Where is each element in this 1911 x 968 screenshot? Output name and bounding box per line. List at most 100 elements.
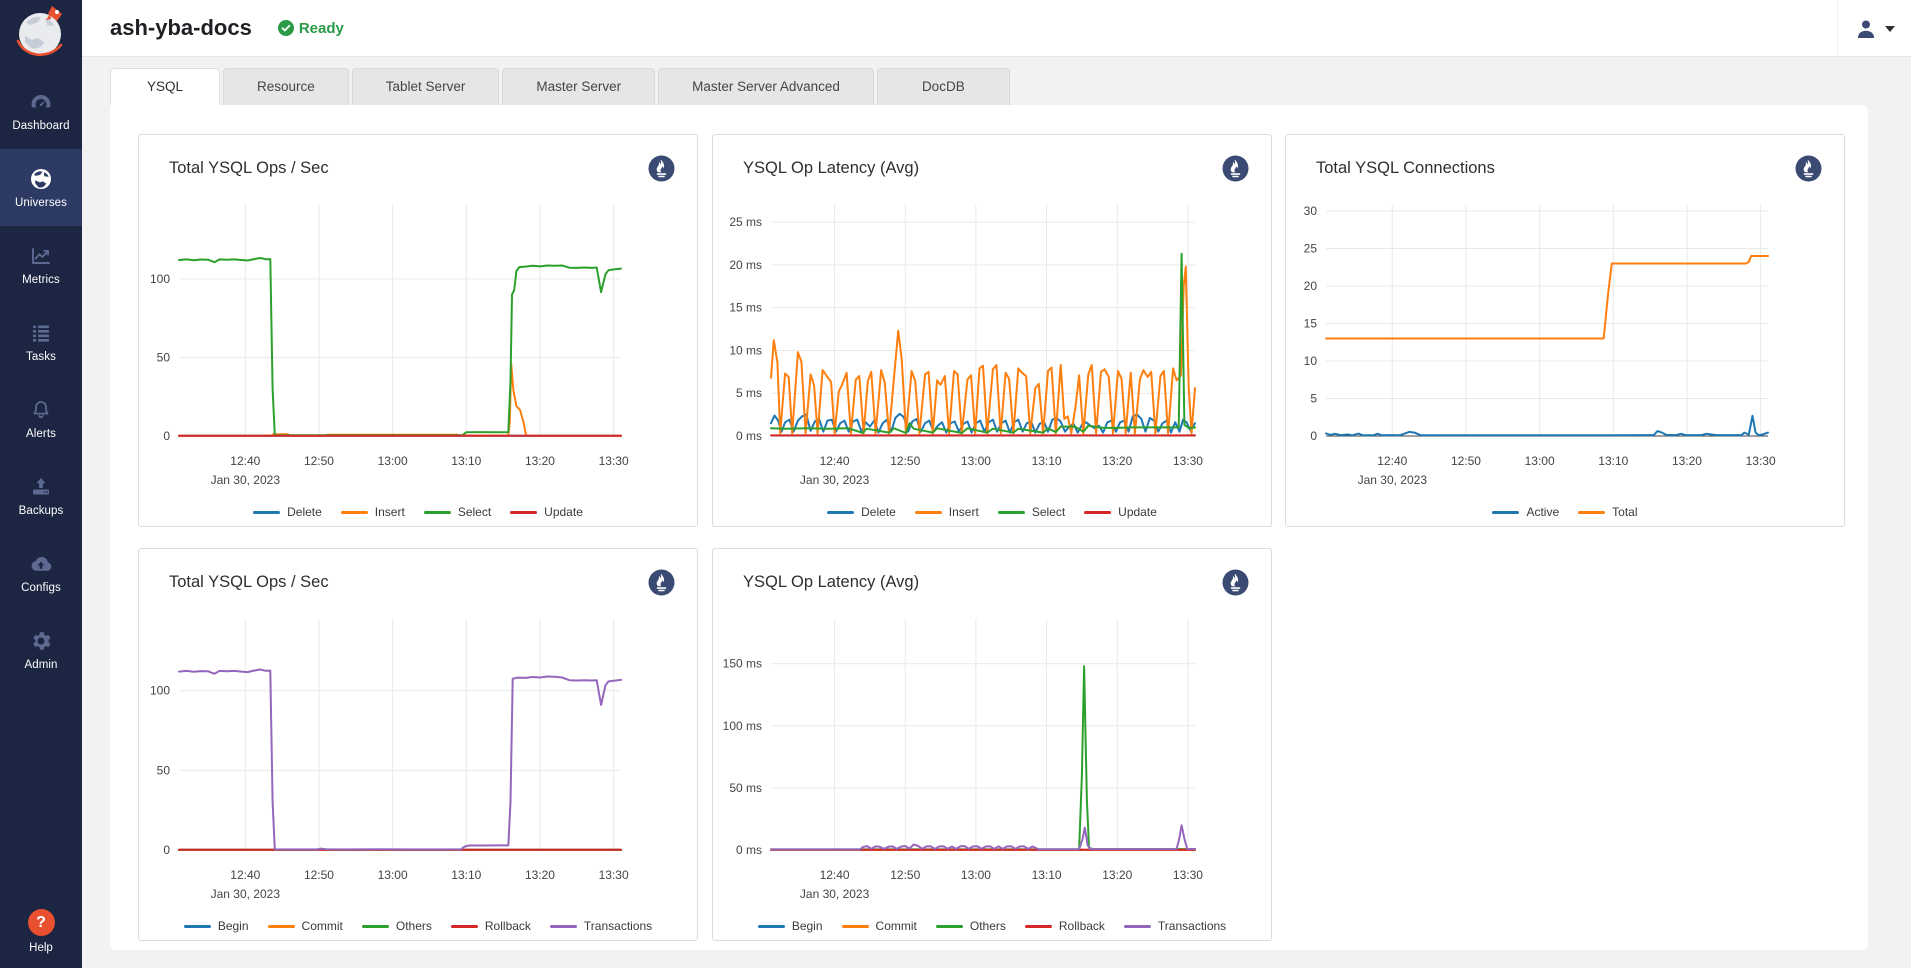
legend-item[interactable]: Active (1492, 505, 1559, 519)
chart-legend[interactable]: Delete Insert Select Update (139, 505, 697, 519)
legend-label: Begin (218, 919, 249, 933)
legend-item[interactable]: Total (1578, 505, 1637, 519)
sidebar-item-label: Universes (15, 197, 67, 209)
legend-item[interactable]: Transactions (1124, 919, 1226, 933)
legend-item[interactable]: Commit (268, 919, 343, 933)
tab-resource[interactable]: Resource (223, 68, 349, 105)
svg-text:13:00: 13:00 (378, 454, 408, 468)
legend-item[interactable]: Update (1084, 505, 1157, 519)
svg-text:0: 0 (163, 429, 170, 443)
svg-text:13:20: 13:20 (525, 454, 555, 468)
sidebar-item-label: Backups (19, 505, 64, 517)
legend-item[interactable]: Others (362, 919, 432, 933)
chart-plot: 05101520253012:4012:5013:0013:1013:2013:… (1286, 135, 1846, 528)
chart-plot: 0 ms5 ms10 ms15 ms20 ms25 ms12:4012:5013… (713, 135, 1273, 528)
legend-label: Others (970, 919, 1006, 933)
legend-item[interactable]: Begin (758, 919, 823, 933)
task-list-icon (29, 321, 53, 345)
legend-label: Active (1526, 505, 1559, 519)
tab-master-server[interactable]: Master Server (502, 68, 655, 105)
sidebar-item-metrics[interactable]: Metrics (0, 226, 82, 303)
svg-text:13:00: 13:00 (1525, 454, 1555, 468)
svg-text:12:50: 12:50 (890, 454, 920, 468)
chart-panel-ysql-transaction-latency: 0 ms50 ms100 ms150 ms12:4012:5013:0013:1… (712, 548, 1272, 941)
legend-swatch (184, 925, 211, 928)
sidebar-item-label: Metrics (22, 274, 60, 286)
sidebar-item-alerts[interactable]: Alerts (0, 380, 82, 457)
svg-text:12:40: 12:40 (230, 868, 260, 882)
legend-label: Commit (302, 919, 343, 933)
sidebar-item-backups[interactable]: Backups (0, 457, 82, 534)
legend-item[interactable]: Begin (184, 919, 249, 933)
legend-item[interactable]: Update (510, 505, 583, 519)
user-menu[interactable] (1837, 0, 1911, 57)
svg-text:13:10: 13:10 (1032, 868, 1062, 882)
svg-text:50 ms: 50 ms (729, 781, 762, 795)
sidebar-item-configs[interactable]: Configs (0, 534, 82, 611)
sidebar-item-label: Admin (24, 659, 57, 671)
tab-docdb[interactable]: DocDB (877, 68, 1010, 105)
legend-item[interactable]: Commit (842, 919, 917, 933)
chart-legend[interactable]: Delete Insert Select Update (713, 505, 1271, 519)
svg-text:13:00: 13:00 (961, 868, 991, 882)
question-mark-icon: ? (28, 909, 55, 936)
legend-label: Total (1612, 505, 1637, 519)
chart-title: YSQL Op Latency (Avg) (743, 573, 919, 592)
svg-text:13:20: 13:20 (1102, 868, 1132, 882)
legend-label: Others (396, 919, 432, 933)
svg-text:Jan 30, 2023: Jan 30, 2023 (800, 473, 870, 487)
sidebar-item-help[interactable]: ? Help (0, 909, 82, 954)
chart-panel-ysql-op-latency: 0 ms5 ms10 ms15 ms20 ms25 ms12:4012:5013… (712, 134, 1272, 527)
legend-item[interactable]: Rollback (1025, 919, 1105, 933)
prometheus-icon[interactable] (1222, 569, 1249, 596)
legend-swatch (1124, 925, 1151, 928)
svg-text:12:40: 12:40 (230, 454, 260, 468)
svg-text:150 ms: 150 ms (723, 657, 762, 671)
svg-text:13:20: 13:20 (525, 868, 555, 882)
legend-item[interactable]: Delete (827, 505, 896, 519)
legend-item[interactable]: Select (998, 505, 1065, 519)
planet-rocket-logo-icon (12, 3, 70, 61)
globe-icon (29, 167, 53, 191)
svg-text:13:20: 13:20 (1102, 454, 1132, 468)
sidebar-item-label: Help (29, 942, 53, 954)
sidebar-item-admin[interactable]: Admin (0, 611, 82, 688)
sidebar-item-tasks[interactable]: Tasks (0, 303, 82, 380)
chart-legend[interactable]: Begin Commit Others Rollback Transactions (713, 919, 1271, 933)
prometheus-icon[interactable] (1795, 155, 1822, 182)
tab-tablet-server[interactable]: Tablet Server (352, 68, 500, 105)
legend-swatch (341, 511, 368, 514)
svg-text:Jan 30, 2023: Jan 30, 2023 (800, 887, 870, 901)
sidebar-item-dashboard[interactable]: Dashboard (0, 72, 82, 149)
gear-icon (29, 629, 53, 653)
svg-text:12:40: 12:40 (820, 868, 850, 882)
tab-master-server-advanced[interactable]: Master Server Advanced (658, 68, 874, 105)
yugabyte-logo[interactable] (0, 0, 82, 64)
legend-swatch (550, 925, 577, 928)
sidebar-item-universes[interactable]: Universes (0, 149, 82, 226)
chart-title: Total YSQL Ops / Sec (169, 159, 329, 178)
legend-swatch (758, 925, 785, 928)
tab-ysql[interactable]: YSQL (110, 68, 220, 105)
chart-legend[interactable]: Active Total (1286, 505, 1844, 519)
prometheus-icon[interactable] (1222, 155, 1249, 182)
chart-legend[interactable]: Begin Commit Others Rollback Transactions (139, 919, 697, 933)
svg-text:50: 50 (157, 763, 171, 777)
svg-text:13:10: 13:10 (451, 868, 481, 882)
legend-item[interactable]: Rollback (451, 919, 531, 933)
prometheus-icon[interactable] (648, 155, 675, 182)
legend-swatch (253, 511, 280, 514)
legend-item[interactable]: Insert (341, 505, 405, 519)
prometheus-icon[interactable] (648, 569, 675, 596)
svg-text:13:30: 13:30 (1746, 454, 1776, 468)
legend-item[interactable]: Insert (915, 505, 979, 519)
legend-label: Commit (876, 919, 917, 933)
chart-panel-total-ysql-transactions: 05010012:4012:5013:0013:1013:2013:30Jan … (138, 548, 698, 941)
legend-item[interactable]: Delete (253, 505, 322, 519)
header: ash-yba-docs Ready (82, 0, 1911, 57)
legend-item[interactable]: Select (424, 505, 491, 519)
legend-item[interactable]: Transactions (550, 919, 652, 933)
legend-swatch (510, 511, 537, 514)
legend-item[interactable]: Others (936, 919, 1006, 933)
sidebar-item-label: Dashboard (12, 120, 69, 132)
